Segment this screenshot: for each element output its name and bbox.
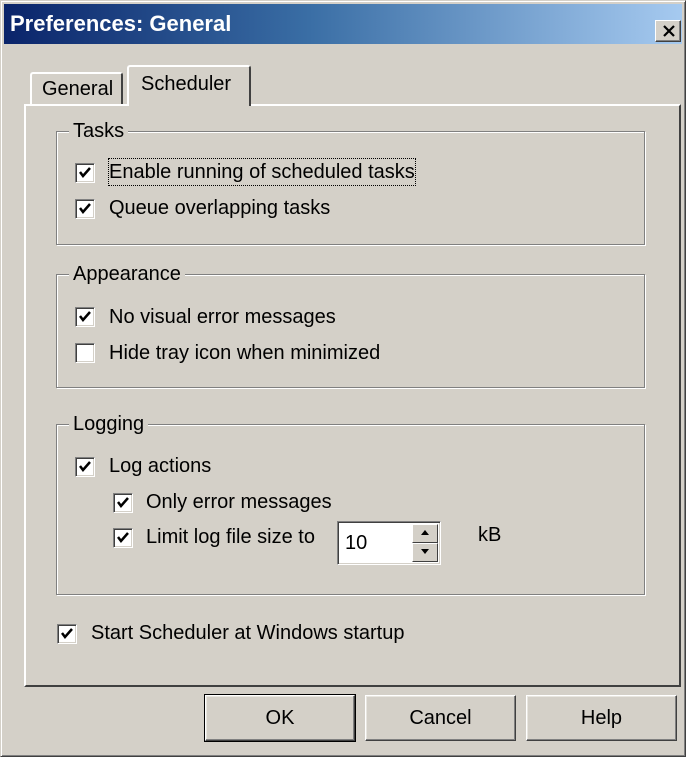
checkmark-icon <box>117 497 129 508</box>
title-bar[interactable]: Preferences: General <box>4 4 682 44</box>
tasks-group: Tasks <box>56 118 645 245</box>
tab-general-label: General <box>42 78 114 100</box>
cancel-button[interactable]: Cancel <box>365 695 516 741</box>
arrow-up-icon <box>421 530 429 535</box>
logging-group-title: Logging <box>69 411 149 437</box>
tab-scheduler[interactable]: Scheduler <box>127 65 251 106</box>
checkmark-icon <box>117 532 129 543</box>
appearance-group-title: Appearance <box>69 261 185 287</box>
preferences-dialog: Preferences: General General Scheduler T… <box>0 0 686 757</box>
tasks-group-title: Tasks <box>69 118 129 144</box>
checkmark-icon <box>79 461 91 472</box>
queue-overlapping-label[interactable]: Queue overlapping tasks <box>109 195 330 221</box>
limit-log-size-checkbox[interactable] <box>113 528 133 548</box>
spin-up-button[interactable] <box>412 524 438 543</box>
help-button[interactable]: Help <box>526 695 677 741</box>
limit-log-size-label[interactable]: Limit log file size to <box>146 524 315 550</box>
log-actions-checkbox[interactable] <box>75 457 95 477</box>
no-visual-errors-label[interactable]: No visual error messages <box>109 304 336 330</box>
spin-down-button[interactable] <box>412 543 438 562</box>
checkmark-icon <box>79 167 91 178</box>
tab-scheduler-label: Scheduler <box>141 73 232 95</box>
close-button[interactable] <box>655 20 681 42</box>
log-size-input[interactable]: 10 <box>345 530 367 556</box>
hide-tray-icon-label[interactable]: Hide tray icon when minimized <box>109 340 380 366</box>
only-error-messages-label[interactable]: Only error messages <box>146 489 332 515</box>
window-title: Preferences: General <box>10 11 232 36</box>
enable-scheduled-tasks-label[interactable]: Enable running of scheduled tasks <box>108 158 416 186</box>
log-actions-label[interactable]: Log actions <box>109 453 211 479</box>
queue-overlapping-checkbox[interactable] <box>75 199 95 219</box>
appearance-group: Appearance <box>56 261 645 388</box>
start-at-windows-startup-checkbox[interactable] <box>57 624 77 644</box>
log-size-unit: kB <box>478 524 502 546</box>
checkmark-icon <box>79 311 91 322</box>
no-visual-errors-checkbox[interactable] <box>75 307 95 327</box>
logging-group: Logging <box>56 411 645 595</box>
log-size-spinner[interactable]: 10 <box>337 521 441 565</box>
hide-tray-icon-checkbox[interactable] <box>75 343 95 363</box>
only-error-messages-checkbox[interactable] <box>113 493 133 513</box>
ok-button[interactable]: OK <box>204 694 356 742</box>
checkmark-icon <box>79 203 91 214</box>
start-at-windows-startup-label[interactable]: Start Scheduler at Windows startup <box>91 620 404 646</box>
close-icon <box>663 25 675 37</box>
enable-scheduled-tasks-checkbox[interactable] <box>75 163 95 183</box>
checkmark-icon <box>61 628 73 639</box>
tab-general[interactable]: General <box>30 72 123 104</box>
arrow-down-icon <box>421 549 429 554</box>
